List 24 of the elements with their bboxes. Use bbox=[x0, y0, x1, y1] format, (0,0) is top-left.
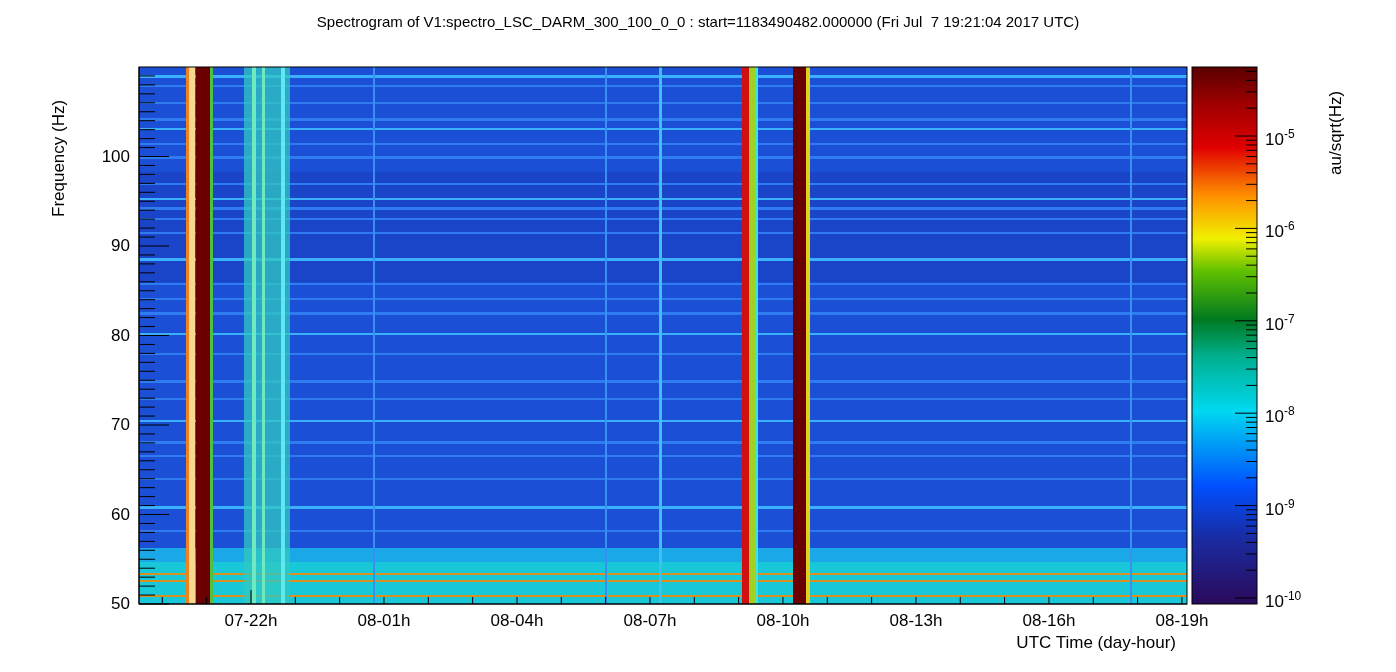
colorbar-tick-label: 10$^{-6}$ bbox=[1265, 220, 1295, 241]
x-tick-label: 07-22h bbox=[223, 612, 279, 629]
colorbar-tick-label: 10$^{-7}$ bbox=[1265, 312, 1295, 333]
chart-title: Spectrogram of V1:spectro_LSC_DARM_300_100_0_0 : start=1183490482.000000 (Fri Jul 7 19:21:04 2017 UTC) bbox=[315, 14, 1081, 29]
colorbar-tick-label: 10$^{-10}$ bbox=[1265, 590, 1302, 610]
colorbar-tick-label: 10$^{-9}$ bbox=[1265, 497, 1295, 518]
y-tick-label: 60 bbox=[110, 505, 130, 523]
y-tick-label: 50 bbox=[110, 595, 130, 612]
colorbar-tick-label: 10$^{-8}$ bbox=[1265, 405, 1295, 426]
colorbar-label: au/sqrt(Hz) bbox=[1327, 90, 1344, 175]
y-tick-label: 80 bbox=[110, 326, 130, 344]
y-tick-label: 90 bbox=[110, 237, 130, 254]
y-axis-label: Frequency (Hz) bbox=[50, 99, 67, 217]
colorbar-tick-label: 10$^{-5}$ bbox=[1265, 128, 1295, 148]
x-tick-label: 08-07h bbox=[622, 612, 678, 629]
x-tick-label: 08-04h bbox=[489, 612, 545, 629]
x-axis-label: UTC Time (day-hour) bbox=[1016, 634, 1176, 651]
x-tick-label: 08-01h bbox=[356, 612, 412, 629]
y-tick-label: 70 bbox=[110, 416, 130, 433]
x-tick-label: 08-10h bbox=[755, 612, 811, 629]
y-tick-label: 100 bbox=[100, 147, 130, 165]
x-tick-label: 08-19h bbox=[1154, 612, 1210, 629]
x-tick-label: 08-16h bbox=[1021, 612, 1077, 629]
x-tick-label: 08-13h bbox=[888, 612, 944, 629]
